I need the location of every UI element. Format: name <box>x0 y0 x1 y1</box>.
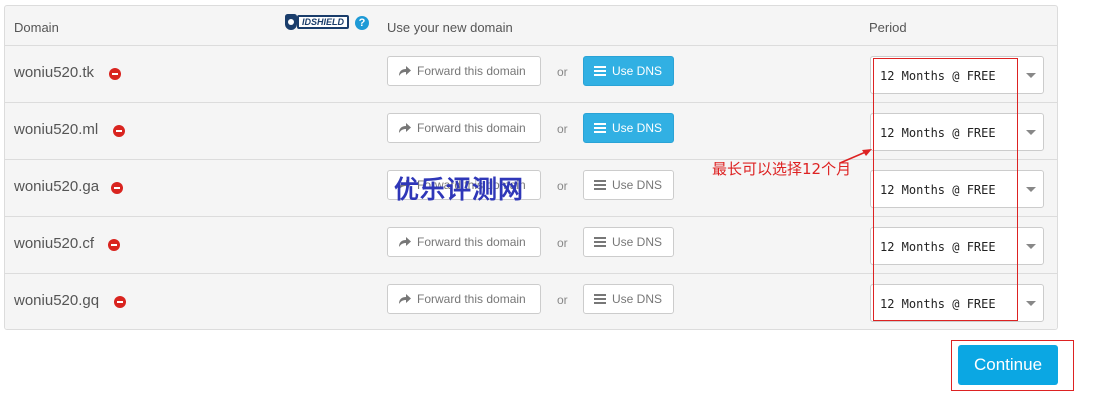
domain-name: woniu520.gq <box>14 292 100 309</box>
use-dns-label: Use DNS <box>612 292 663 306</box>
use-dns-button[interactable]: Use DNS <box>583 56 674 86</box>
period-highlight-box <box>873 58 1018 321</box>
chevron-down-icon[interactable] <box>1026 130 1036 135</box>
or-text: or <box>557 65 568 79</box>
use-dns-label: Use DNS <box>612 121 663 135</box>
domain-name: woniu520.tk <box>14 64 95 81</box>
forward-domain-button[interactable]: Forward this domain <box>387 284 541 314</box>
domain-name: woniu520.ml <box>14 121 99 138</box>
continue-button[interactable]: Continue <box>958 345 1058 385</box>
use-dns-button[interactable]: Use DNS <box>583 170 674 200</box>
idshield-logo: IDSHIELD <box>283 14 349 30</box>
idshield-label: IDSHIELD <box>296 15 349 29</box>
use-dns-button[interactable]: Use DNS <box>583 113 674 143</box>
use-dns-button[interactable]: Use DNS <box>583 227 674 257</box>
or-text: or <box>557 122 568 136</box>
remove-icon[interactable] <box>114 296 126 308</box>
list-icon <box>594 66 612 76</box>
or-text: or <box>557 293 568 307</box>
forward-domain-button[interactable]: Forward this domain <box>387 227 541 257</box>
forward-arrow-icon <box>398 293 417 305</box>
forward-domain-label: Forward this domain <box>417 235 526 249</box>
remove-icon[interactable] <box>113 125 125 137</box>
table-header: Domain IDSHIELD ? Use your new domain Pe… <box>5 6 1057 46</box>
or-text: or <box>557 179 568 193</box>
list-icon <box>594 123 612 133</box>
domain-name: woniu520.ga <box>14 178 100 195</box>
forward-domain-button[interactable]: Forward this domain <box>387 56 541 86</box>
chevron-down-icon[interactable] <box>1026 187 1036 192</box>
chevron-down-icon[interactable] <box>1026 73 1036 78</box>
forward-domain-button[interactable]: Forward this domain <box>387 113 541 143</box>
use-dns-label: Use DNS <box>612 178 663 192</box>
forward-arrow-icon <box>398 65 417 77</box>
forward-domain-label: Forward this domain <box>417 121 526 135</box>
chevron-down-icon[interactable] <box>1026 301 1036 306</box>
use-dns-button[interactable]: Use DNS <box>583 284 674 314</box>
annotation-text: 最长可以选择12个月 <box>712 160 852 178</box>
or-text: or <box>557 236 568 250</box>
list-icon <box>594 180 612 190</box>
use-dns-label: Use DNS <box>612 235 663 249</box>
header-use-domain: Use your new domain <box>387 20 513 35</box>
list-icon <box>594 237 612 247</box>
list-icon <box>594 294 612 304</box>
watermark-text: 优乐评测网 <box>394 175 525 204</box>
chevron-down-icon[interactable] <box>1026 244 1036 249</box>
header-domain: Domain <box>14 20 59 35</box>
domain-name: woniu520.cf <box>14 235 95 252</box>
shield-icon <box>285 14 297 30</box>
forward-arrow-icon <box>398 236 417 248</box>
annotation-arrow-icon <box>839 149 872 164</box>
forward-domain-label: Forward this domain <box>417 64 526 78</box>
forward-arrow-icon <box>398 122 417 134</box>
remove-icon[interactable] <box>108 239 120 251</box>
help-icon[interactable]: ? <box>355 16 369 30</box>
header-period: Period <box>869 20 907 35</box>
forward-domain-label: Forward this domain <box>417 292 526 306</box>
remove-icon[interactable] <box>111 182 123 194</box>
use-dns-label: Use DNS <box>612 64 663 78</box>
remove-icon[interactable] <box>109 68 121 80</box>
